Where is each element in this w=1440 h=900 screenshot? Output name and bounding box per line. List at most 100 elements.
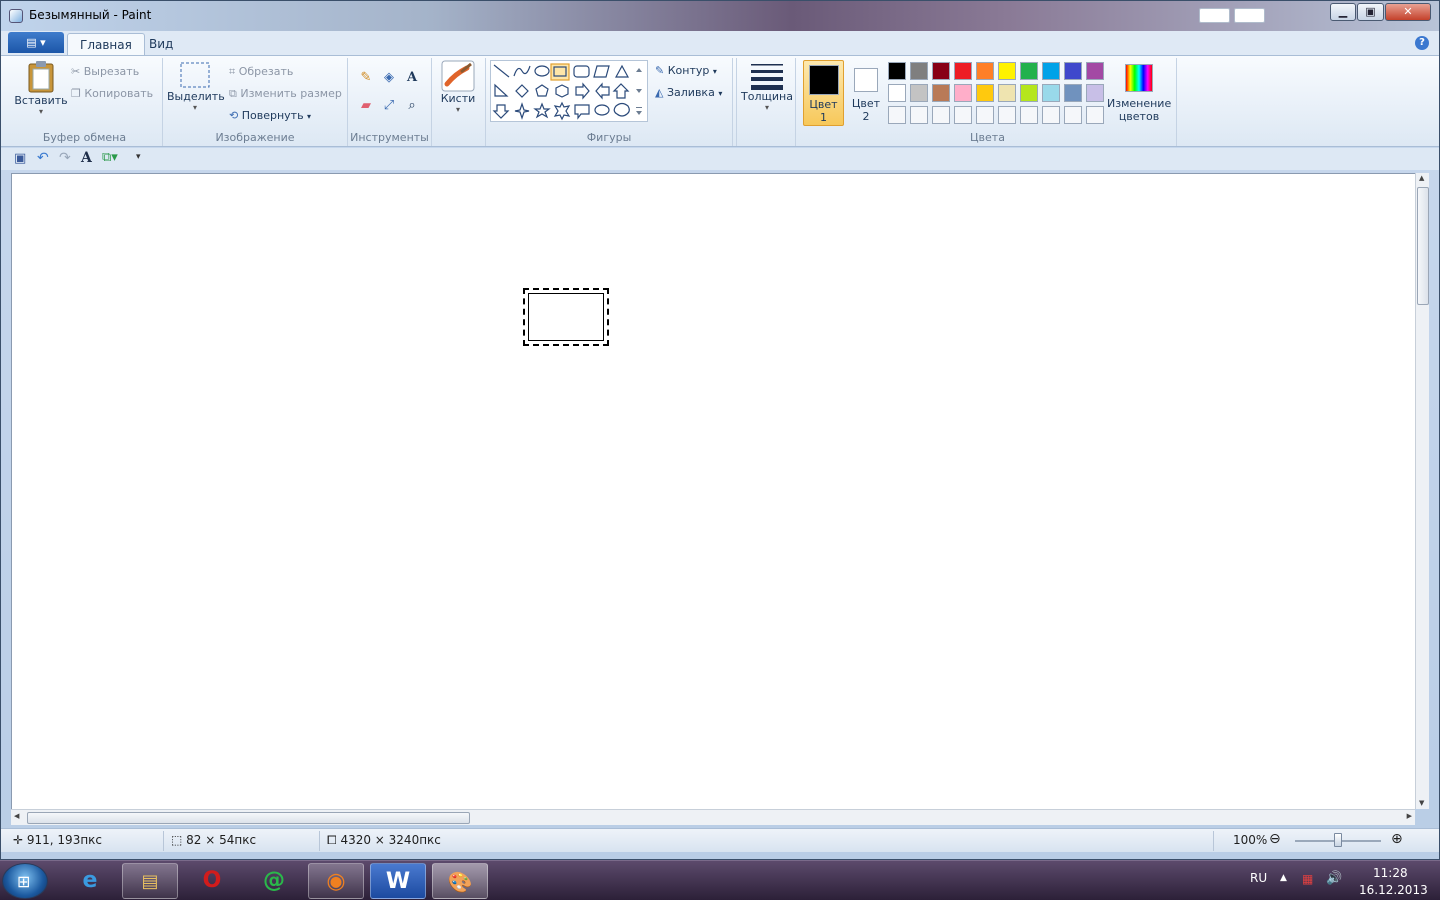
palette-swatch[interactable]	[976, 62, 994, 80]
internet-explorer-icon[interactable]: e	[62, 863, 118, 899]
copy-label: Копировать	[84, 87, 154, 100]
palette-swatch[interactable]	[1064, 84, 1082, 102]
scroll-right-icon[interactable]: ▶	[1407, 812, 1412, 820]
redo-icon[interactable]: ↷	[59, 150, 71, 166]
color-spectrum-icon	[1125, 64, 1153, 92]
size-button[interactable]: Толщина ▾	[739, 60, 795, 124]
palette-swatch[interactable]	[910, 62, 928, 80]
magnifier-icon[interactable]: ⌕	[402, 96, 422, 116]
palette-swatch[interactable]	[932, 106, 950, 124]
palette-swatch[interactable]	[910, 84, 928, 102]
rotate-button[interactable]: ⟲ Повернуть ▾	[229, 109, 311, 122]
palette-swatch[interactable]	[1020, 62, 1038, 80]
vertical-scroll-thumb[interactable]	[1417, 187, 1429, 305]
fill-icon[interactable]: ◈	[379, 68, 399, 88]
color1-button[interactable]: Цвет 1	[803, 60, 844, 126]
palette-swatch[interactable]	[1020, 106, 1038, 124]
title-blank-button-1[interactable]	[1199, 8, 1230, 23]
customize-toolbar-icon[interactable]: ▾	[136, 152, 141, 162]
palette-swatch[interactable]	[910, 106, 928, 124]
save-icon[interactable]: ▣	[14, 151, 26, 166]
zoom-out-icon[interactable]: ⊖	[1269, 831, 1281, 847]
palette-swatch[interactable]	[976, 106, 994, 124]
help-icon[interactable]: ?	[1415, 36, 1429, 50]
ribbon-tabs: ▤ ▾ Главная Вид ?	[1, 31, 1439, 55]
tab-home[interactable]: Главная	[67, 33, 145, 55]
palette-swatch[interactable]	[1042, 62, 1060, 80]
fill-shape-button[interactable]: ◭ Заливка ▾	[655, 86, 722, 99]
select-button[interactable]: Выделить ▾	[167, 60, 225, 124]
file-explorer-icon[interactable]: ▤	[122, 863, 178, 899]
start-button[interactable]: ⊞	[2, 863, 48, 899]
paint-menu-button[interactable]: ▤ ▾	[8, 32, 64, 53]
palette-swatch[interactable]	[1086, 84, 1104, 102]
network-icon[interactable]: ▦	[1302, 872, 1313, 886]
text-tool-icon[interactable]: A	[81, 150, 92, 166]
palette-swatch[interactable]	[1064, 62, 1082, 80]
palette-swatch[interactable]	[932, 62, 950, 80]
palette-swatch[interactable]	[1042, 106, 1060, 124]
volume-icon[interactable]: 🔊	[1326, 871, 1342, 886]
brushes-button[interactable]: Кисти ▾	[435, 60, 481, 124]
selected-rectangle-shape[interactable]	[523, 288, 609, 346]
paint-taskbar-icon[interactable]: 🎨	[432, 863, 488, 899]
tab-view[interactable]: Вид	[137, 33, 185, 55]
palette-swatch[interactable]	[976, 84, 994, 102]
palette-swatch[interactable]	[1086, 106, 1104, 124]
palette-swatch[interactable]	[954, 106, 972, 124]
clock-time[interactable]: 11:28	[1373, 866, 1408, 880]
palette-swatch[interactable]	[888, 106, 906, 124]
canvas-area: ▲ ▼	[11, 173, 1429, 809]
outline-button[interactable]: ✎ Контур ▾	[655, 64, 717, 77]
paste-from-icon[interactable]: ⧉▾	[102, 150, 118, 165]
show-hidden-icons-icon[interactable]: ▲	[1280, 873, 1287, 883]
copy-button[interactable]: ❐ Копировать	[71, 87, 153, 100]
color-picker-icon[interactable]: ⤢	[379, 96, 399, 116]
eraser-icon[interactable]: ▰	[356, 96, 376, 116]
zoom-in-icon[interactable]: ⊕	[1391, 831, 1403, 847]
palette-swatch[interactable]	[1086, 62, 1104, 80]
mail-agent-icon[interactable]: @	[246, 863, 302, 899]
cut-button[interactable]: ✂ Вырезать	[71, 65, 139, 78]
edit-colors-button[interactable]: Изменение цветов	[1107, 60, 1171, 126]
title-blank-button-2[interactable]	[1234, 8, 1265, 23]
drawing-canvas[interactable]	[11, 173, 1415, 809]
palette-swatch[interactable]	[888, 62, 906, 80]
palette-swatch[interactable]	[1064, 106, 1082, 124]
horizontal-scroll-thumb[interactable]	[27, 812, 470, 824]
selection-size-value: 82 × 54пкс	[186, 833, 257, 847]
resize-button[interactable]: ⧉ Изменить размер	[229, 87, 342, 101]
palette-swatch[interactable]	[1042, 84, 1060, 102]
palette-swatch[interactable]	[998, 106, 1016, 124]
paint-menu-icon: ▤ ▾	[26, 36, 46, 49]
undo-icon[interactable]: ↶	[37, 150, 49, 166]
horizontal-scrollbar[interactable]: ◀ ▶	[11, 809, 1415, 825]
maximize-button[interactable]: ▣	[1357, 3, 1384, 21]
crop-button[interactable]: ⌗ Обрезать	[229, 65, 293, 79]
clock-date[interactable]: 16.12.2013	[1359, 883, 1428, 897]
firefox-icon[interactable]: ◉	[308, 863, 364, 899]
word-icon[interactable]: W	[370, 863, 426, 899]
text-icon[interactable]: A	[402, 68, 422, 88]
pencil-icon[interactable]: ✎	[356, 68, 376, 88]
palette-swatch[interactable]	[998, 84, 1016, 102]
color2-swatch	[854, 68, 878, 92]
cursor-icon: ✛	[13, 833, 24, 847]
palette-swatch[interactable]	[954, 84, 972, 102]
scroll-left-icon[interactable]: ◀	[14, 812, 19, 820]
minimize-button[interactable]: ▁	[1330, 3, 1356, 21]
vertical-scrollbar[interactable]: ▲ ▼	[1415, 173, 1429, 809]
opera-icon[interactable]: O	[184, 863, 240, 899]
scroll-up-icon[interactable]: ▲	[1419, 174, 1424, 182]
palette-swatch[interactable]	[932, 84, 950, 102]
palette-swatch[interactable]	[1020, 84, 1038, 102]
scroll-down-icon[interactable]: ▼	[1419, 799, 1424, 807]
paste-button[interactable]: Вставить ▾	[11, 60, 71, 124]
palette-swatch[interactable]	[888, 84, 906, 102]
language-indicator[interactable]: RU	[1250, 871, 1267, 885]
close-button[interactable]: ✕	[1385, 3, 1431, 21]
palette-swatch[interactable]	[998, 62, 1016, 80]
zoom-slider-thumb[interactable]	[1334, 833, 1342, 847]
color2-button[interactable]: Цвет 2	[847, 60, 885, 126]
palette-swatch[interactable]	[954, 62, 972, 80]
